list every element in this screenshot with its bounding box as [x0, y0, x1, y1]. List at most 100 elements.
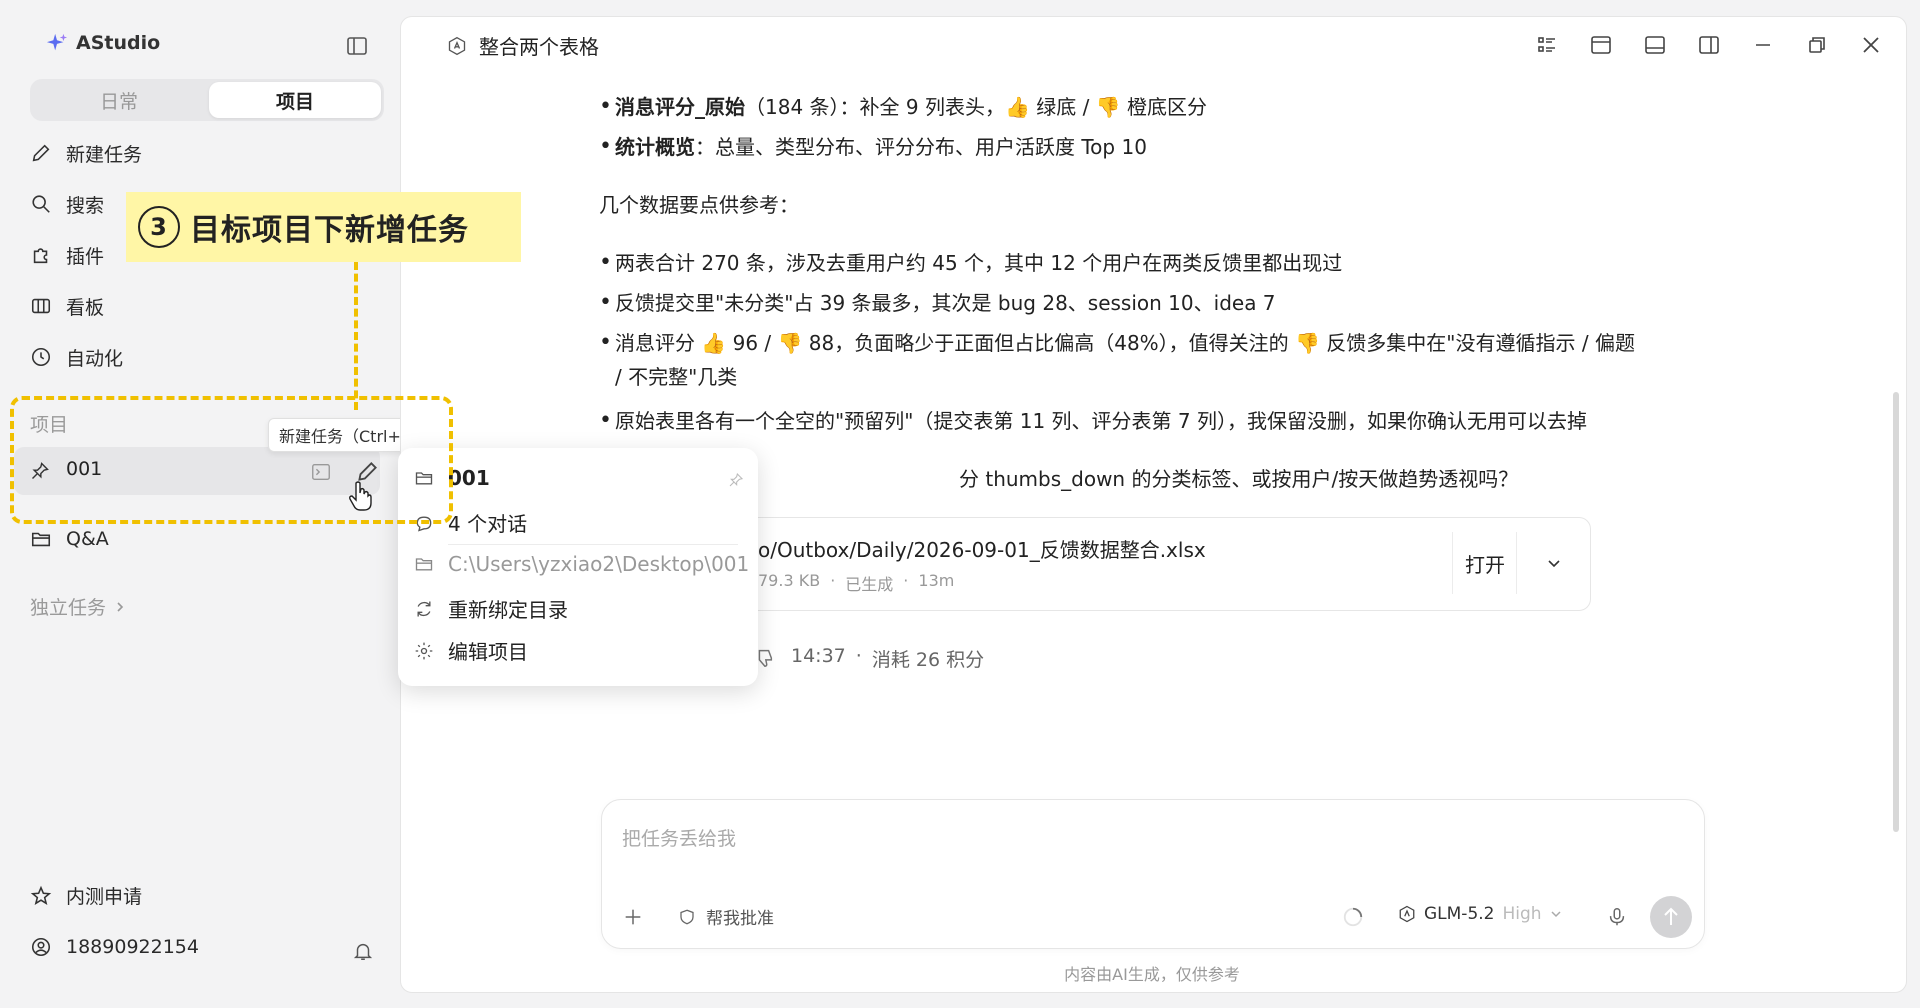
sidebar-item-label: 插件	[66, 245, 105, 268]
list-item: 消息评分_原始（184 条）：补全 9 列表头，👍 绿底 / 👎 橙底区分	[599, 87, 1207, 127]
refresh-icon	[417, 601, 431, 616]
file-age: 13m	[918, 571, 955, 590]
ai-disclaimer: 内容由AI生成，仅供参考	[1064, 965, 1240, 984]
menu-project-path: C:\Users\yzxiao2\Desktop\001	[414, 552, 749, 576]
user-phone: 18890922154	[66, 936, 199, 958]
auto-approve-label: 帮我批准	[706, 909, 774, 929]
folder-icon	[31, 532, 51, 547]
tab-projects[interactable]: 项目	[209, 82, 381, 118]
kanban-icon	[31, 298, 51, 314]
independent-tasks-link[interactable]: 独立任务	[30, 593, 126, 620]
view-switch: 日常 项目	[30, 79, 384, 121]
model-level: High	[1502, 904, 1542, 924]
chevron-down-icon	[1548, 560, 1560, 568]
item-text: ：总量、类型分布、评分分布、用户活跃度 Top 10	[695, 135, 1147, 159]
pencil-icon	[32, 144, 50, 162]
sparkle-logo-icon	[46, 33, 68, 51]
chevron-right-icon	[117, 601, 124, 612]
menu-project-name-text: 001	[448, 466, 490, 490]
item-heading: 消息评分_原始	[615, 95, 745, 119]
minimize-icon[interactable]	[1751, 33, 1775, 57]
model-badge-icon	[1399, 905, 1415, 923]
task-title-text: 整合两个表格	[479, 35, 599, 59]
sidebar-toggle-icon[interactable]	[345, 34, 369, 58]
restore-icon[interactable]	[1805, 33, 1829, 57]
sidebar-item-automation[interactable]: 自动化	[30, 337, 123, 377]
composer: 把任务丢给我 帮我批准 GLM-5.2 High	[601, 799, 1705, 949]
sidebar-item-label: 看板	[66, 296, 105, 319]
close-icon[interactable]	[1859, 33, 1883, 57]
shield-icon	[680, 909, 694, 924]
annotation-highlight-box	[10, 396, 453, 524]
message-time: 14:37	[791, 645, 846, 667]
send-button[interactable]	[1650, 896, 1692, 938]
panel-right-icon[interactable]	[1697, 33, 1721, 57]
bell-icon[interactable]	[352, 940, 374, 962]
plugin-icon	[33, 248, 48, 264]
question-text: 分 thumbs_down 的分类标签、或按用户/按天做趋势透视吗？	[959, 467, 1519, 491]
sidebar-item-plugins[interactable]: 插件	[30, 235, 104, 275]
message-cost: 消耗 26 积分	[871, 649, 985, 671]
pin-icon[interactable]	[728, 472, 744, 488]
menu-rebind-label: 重新绑定目录	[448, 598, 568, 622]
annotation-step-number: 3	[138, 206, 180, 248]
sidebar-item-label: 搜索	[66, 194, 105, 217]
menu-divider	[448, 544, 738, 545]
file-more-button[interactable]	[1516, 532, 1591, 594]
star-icon	[30, 885, 52, 905]
project-name: Q&A	[66, 528, 109, 550]
sidebar-item-kanban[interactable]: 看板	[30, 286, 104, 326]
item-text: （184 条）：补全 9 列表头，👍 绿底 / 👎 橙底区分	[745, 95, 1207, 119]
microphone-icon[interactable]	[1606, 906, 1628, 928]
app-name: AStudio	[76, 32, 161, 54]
list-item-continuation: / 不完整"几类	[615, 365, 738, 389]
tab-daily[interactable]: 日常	[33, 82, 205, 118]
sidebar-item-search[interactable]: 搜索	[30, 184, 104, 224]
independent-tasks-label: 独立任务	[30, 597, 107, 619]
panel-top-icon[interactable]	[1589, 33, 1613, 57]
avatar-icon	[31, 937, 51, 957]
beta-apply-label: 内测申请	[66, 886, 143, 908]
beta-apply-link[interactable]: 内测申请	[30, 882, 142, 909]
item-heading: 统计概览	[615, 135, 695, 159]
loading-spinner-icon	[1343, 907, 1363, 927]
annotation-connector	[354, 262, 358, 410]
model-name: GLM-5.2	[1424, 904, 1495, 924]
open-file-button[interactable]: 打开	[1452, 532, 1517, 594]
file-size: 79.3 KB	[758, 571, 821, 590]
annotation-callout: 3 目标项目下新增任务	[126, 192, 521, 262]
scrollbar[interactable]	[1893, 392, 1899, 832]
panel-bottom-icon[interactable]	[1643, 33, 1667, 57]
menu-conversations-text: 4 个对话	[448, 512, 528, 536]
intro-text: 几个数据要点供参考：	[599, 193, 799, 217]
annotation-text: 目标项目下新增任务	[190, 213, 469, 248]
file-name: o/Outbox/Daily/2026-09-01_反馈数据整合.xlsx	[758, 538, 1206, 562]
add-attachment-icon[interactable]	[622, 906, 644, 928]
file-card[interactable]: o/Outbox/Daily/2026-09-01_反馈数据整合.xlsx 79…	[699, 517, 1591, 611]
menu-project-path-text: C:\Users\yzxiao2\Desktop\001	[448, 552, 750, 576]
menu-rebind-directory[interactable]: 重新绑定目录	[414, 594, 568, 623]
auto-approve-toggle[interactable]: 帮我批准	[678, 904, 774, 929]
task-title: 整合两个表格	[447, 31, 599, 60]
title-bar: 整合两个表格	[401, 17, 1906, 73]
folder-icon	[415, 558, 433, 571]
arrow-up-icon	[1664, 907, 1678, 925]
composer-input[interactable]: 把任务丢给我	[622, 824, 736, 851]
list-item: 统计概览：总量、类型分布、评分分布、用户活跃度 Top 10	[599, 127, 1147, 167]
list-item: 两表合计 270 条，涉及去重用户约 45 个，其中 12 个用户在两类反馈里都…	[599, 243, 1342, 283]
gear-icon	[415, 642, 433, 659]
chevron-down-icon	[1551, 911, 1561, 918]
list-item: 反馈提交里"未分类"占 39 条最多，其次是 bug 28、session 10…	[599, 283, 1276, 323]
model-badge-icon	[448, 36, 466, 55]
clock-icon	[31, 347, 51, 367]
menu-edit-label: 编辑项目	[448, 640, 528, 664]
model-selector[interactable]: GLM-5.2 High	[1398, 904, 1562, 924]
user-account[interactable]: 18890922154	[30, 936, 199, 958]
list-item: 原始表里各有一个全空的"预留列"（提交表第 11 列、评分表第 7 列），我保留…	[599, 401, 1587, 441]
sidebar-item-new-task[interactable]: 新建任务	[30, 133, 142, 173]
search-icon	[32, 195, 50, 213]
project-item-qa[interactable]: Q&A	[30, 528, 109, 550]
app-brand: AStudio	[46, 32, 160, 54]
menu-edit-project[interactable]: 编辑项目	[414, 636, 528, 665]
outline-icon[interactable]	[1535, 33, 1559, 57]
